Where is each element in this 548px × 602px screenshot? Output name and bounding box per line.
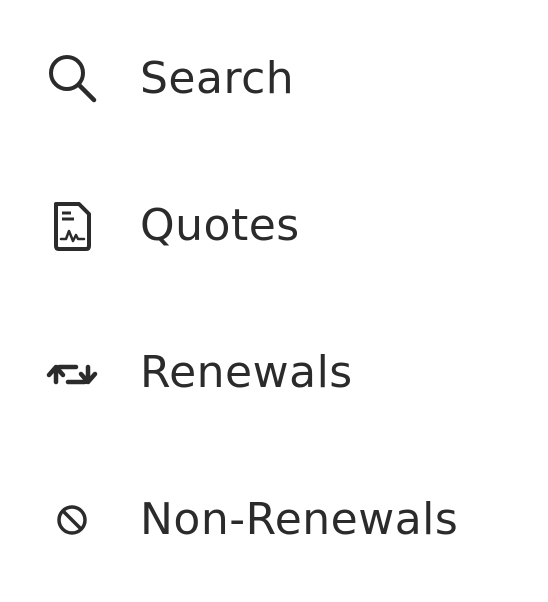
menu-item-non-renewals[interactable]: Non-Renewals bbox=[0, 480, 548, 560]
nav-menu: Search Quotes Renewals Non-Renewals bbox=[0, 0, 548, 602]
menu-item-label: Renewals bbox=[140, 347, 353, 398]
menu-item-search[interactable]: Search bbox=[0, 39, 548, 119]
menu-item-renewals[interactable]: Renewals bbox=[0, 333, 548, 413]
renew-arrows-icon bbox=[44, 345, 100, 401]
menu-item-label: Non-Renewals bbox=[140, 494, 459, 545]
search-icon bbox=[44, 51, 100, 107]
menu-item-label: Search bbox=[140, 53, 295, 104]
menu-item-quotes[interactable]: Quotes bbox=[0, 186, 548, 266]
menu-item-label: Quotes bbox=[140, 200, 300, 251]
document-chart-icon bbox=[44, 198, 100, 254]
prohibited-icon bbox=[44, 492, 100, 548]
